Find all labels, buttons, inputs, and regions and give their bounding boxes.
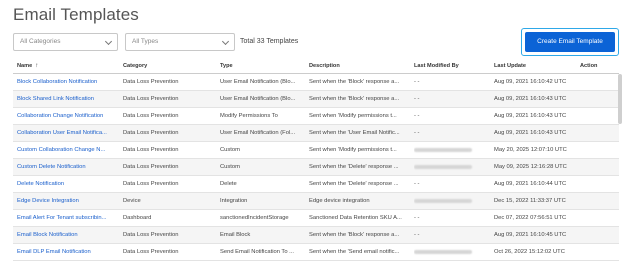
- row-type: Email Block: [220, 232, 251, 238]
- row-modified-by: - -: [414, 113, 420, 119]
- type-filter-value: All Types: [132, 38, 159, 45]
- row-type: User Email Notification (Blo...: [220, 96, 296, 102]
- table-scrollbar[interactable]: [618, 74, 622, 124]
- row-modified-by: - -: [414, 130, 420, 136]
- row-template-name-link[interactable]: Custom Collaboration Change N...: [17, 142, 119, 159]
- row-last-update: Aug 09, 2021 16:10:45 UTC: [494, 232, 567, 238]
- chevron-down-icon: [104, 37, 113, 46]
- arrow-up-icon: ↑: [35, 63, 39, 69]
- row-description: Sent when the 'User Email Notific...: [309, 130, 400, 136]
- row-modified-by: - -: [414, 79, 420, 85]
- column-header-type[interactable]: Type: [220, 59, 308, 74]
- row-template-name-link[interactable]: Delete Notification: [17, 176, 119, 193]
- row-template-name-link[interactable]: Email Block Notification: [17, 227, 119, 244]
- table-row: Email Alert For Tenant subscribin... Dash…: [13, 210, 619, 227]
- row-type: Custom: [220, 164, 240, 170]
- row-description: Sent when the 'Send email notific...: [309, 249, 400, 255]
- toolbar: All Categories All Types Total 33 Templa…: [13, 28, 619, 56]
- page-title: Email Templates: [13, 5, 139, 24]
- create-button-focus-ring: Create Email Template: [521, 28, 619, 56]
- row-category: Dashboard: [123, 215, 152, 221]
- row-modified-by: - -: [414, 215, 420, 221]
- row-category: Data Loss Prevention: [123, 130, 179, 136]
- row-modified-by: - -: [414, 181, 420, 187]
- table-row: Custom Collaboration Change N... Data Los…: [13, 142, 619, 159]
- row-description: Sent when 'Modify permissions t...: [309, 147, 397, 153]
- row-description: Edge device integration: [309, 198, 370, 204]
- row-modified-by: - -: [414, 96, 420, 102]
- table-row: Email DLP Email Notification Data Loss Pr…: [13, 244, 619, 261]
- row-description: Sanctioned Data Retention SKU A...: [309, 215, 402, 221]
- row-template-name-link[interactable]: Collaboration Change Notification: [17, 108, 119, 125]
- row-description: Sent when the 'Block' response a...: [309, 232, 400, 238]
- row-last-update: Aug 09, 2021 16:10:43 UTC: [494, 113, 567, 119]
- row-description: Sent when the 'Delete' response ...: [309, 181, 399, 187]
- row-last-update: Aug 09, 2021 16:10:43 UTC: [494, 130, 567, 136]
- row-type: sanctionedIncidentStorage: [220, 215, 289, 221]
- row-modified-by-redacted: [414, 142, 494, 159]
- row-category: Data Loss Prevention: [123, 181, 179, 187]
- row-description: Sent when the 'Delete' response ...: [309, 164, 399, 170]
- row-type: Integration: [220, 198, 248, 204]
- row-modified-by-redacted: [414, 159, 494, 176]
- type-filter-select[interactable]: All Types: [125, 33, 235, 51]
- row-type: Modify Permissions To: [220, 113, 278, 119]
- row-type: Custom: [220, 147, 240, 153]
- create-email-template-button[interactable]: Create Email Template: [525, 32, 615, 52]
- table-header: Name ↑ Category Type Description Last Mod…: [13, 59, 619, 74]
- row-last-update: Dec 15, 2022 11:33:37 UTC: [494, 198, 566, 204]
- row-template-name-link[interactable]: Block Collaboration Notification: [17, 74, 119, 91]
- row-template-name-link[interactable]: Block Shared Link Notification: [17, 91, 119, 108]
- column-header-action: Action: [580, 63, 598, 69]
- column-header-last-modified-by[interactable]: Last Modified By: [414, 59, 494, 74]
- table-row: Collaboration User Email Notifica... Data…: [13, 125, 619, 142]
- row-category: Data Loss Prevention: [123, 79, 179, 85]
- row-type: User Email Notification (Fol...: [220, 130, 296, 136]
- row-modified-by-redacted: [414, 244, 494, 261]
- row-description: Sent when the 'Block' response a...: [309, 96, 400, 102]
- row-category: Data Loss Prevention: [123, 249, 179, 255]
- total-templates-count: Total 33 Templates: [240, 38, 299, 45]
- column-header-category[interactable]: Category: [123, 59, 215, 74]
- row-modified-by: - -: [414, 232, 420, 238]
- row-type: User Email Notification (Blo...: [220, 79, 296, 85]
- row-last-update: Dec 07, 2022 07:56:51 UTC: [494, 215, 567, 221]
- row-category: Device: [123, 198, 141, 204]
- column-header-last-update[interactable]: Last Update: [494, 59, 576, 74]
- row-last-update: Aug 09, 2021 16:10:43 UTC: [494, 96, 567, 102]
- category-filter-value: All Categories: [20, 38, 61, 45]
- row-last-update: May 09, 2025 12:16:28 UTC: [494, 164, 567, 170]
- row-template-name-link[interactable]: Email Alert For Tenant subscribin...: [17, 210, 119, 227]
- row-modified-by-redacted: [414, 193, 494, 210]
- column-header-name[interactable]: Name ↑: [17, 59, 119, 74]
- row-last-update: Aug 09, 2021 16:10:44 UTC: [494, 181, 567, 187]
- table-row: Delete Notification Data Loss Prevention D…: [13, 176, 619, 193]
- row-type: Send Email Notification To ...: [220, 249, 295, 255]
- table-row: Custom Delete Notification Data Loss Prev…: [13, 159, 619, 176]
- row-category: Data Loss Prevention: [123, 147, 179, 153]
- row-description: Sent when 'Modify permissions t...: [309, 113, 397, 119]
- table-row: Email Block Notification Data Loss Preven…: [13, 227, 619, 244]
- row-template-name-link[interactable]: Email DLP Email Notification: [17, 244, 119, 261]
- row-last-update: May 20, 2025 12:07:10 UTC: [494, 147, 567, 153]
- row-category: Data Loss Prevention: [123, 113, 179, 119]
- templates-table: Name ↑ Category Type Description Last Mod…: [13, 59, 619, 261]
- table-row: Collaboration Change Notification Data Lo…: [13, 108, 619, 125]
- row-template-name-link[interactable]: Edge Device Integration: [17, 193, 119, 210]
- row-type: Delete: [220, 181, 237, 187]
- row-description: Sent when the 'Block' response a...: [309, 79, 400, 85]
- column-header-description[interactable]: Description: [309, 59, 409, 74]
- row-last-update: Oct 26, 2022 15:12:02 UTC: [494, 249, 565, 255]
- table-row: Edge Device Integration Device Integration…: [13, 193, 619, 210]
- table-row: Block Shared Link Notification Data Loss …: [13, 91, 619, 108]
- row-category: Data Loss Prevention: [123, 96, 179, 102]
- row-category: Data Loss Prevention: [123, 232, 179, 238]
- row-template-name-link[interactable]: Collaboration User Email Notifica...: [17, 125, 119, 142]
- row-template-name-link[interactable]: Custom Delete Notification: [17, 159, 119, 176]
- row-category: Data Loss Prevention: [123, 164, 179, 170]
- row-last-update: Aug 09, 2021 16:10:42 UTC: [494, 79, 567, 85]
- table-row: Block Collaboration Notification Data Los…: [13, 74, 619, 91]
- category-filter-select[interactable]: All Categories: [13, 33, 118, 51]
- chevron-down-icon: [221, 37, 230, 46]
